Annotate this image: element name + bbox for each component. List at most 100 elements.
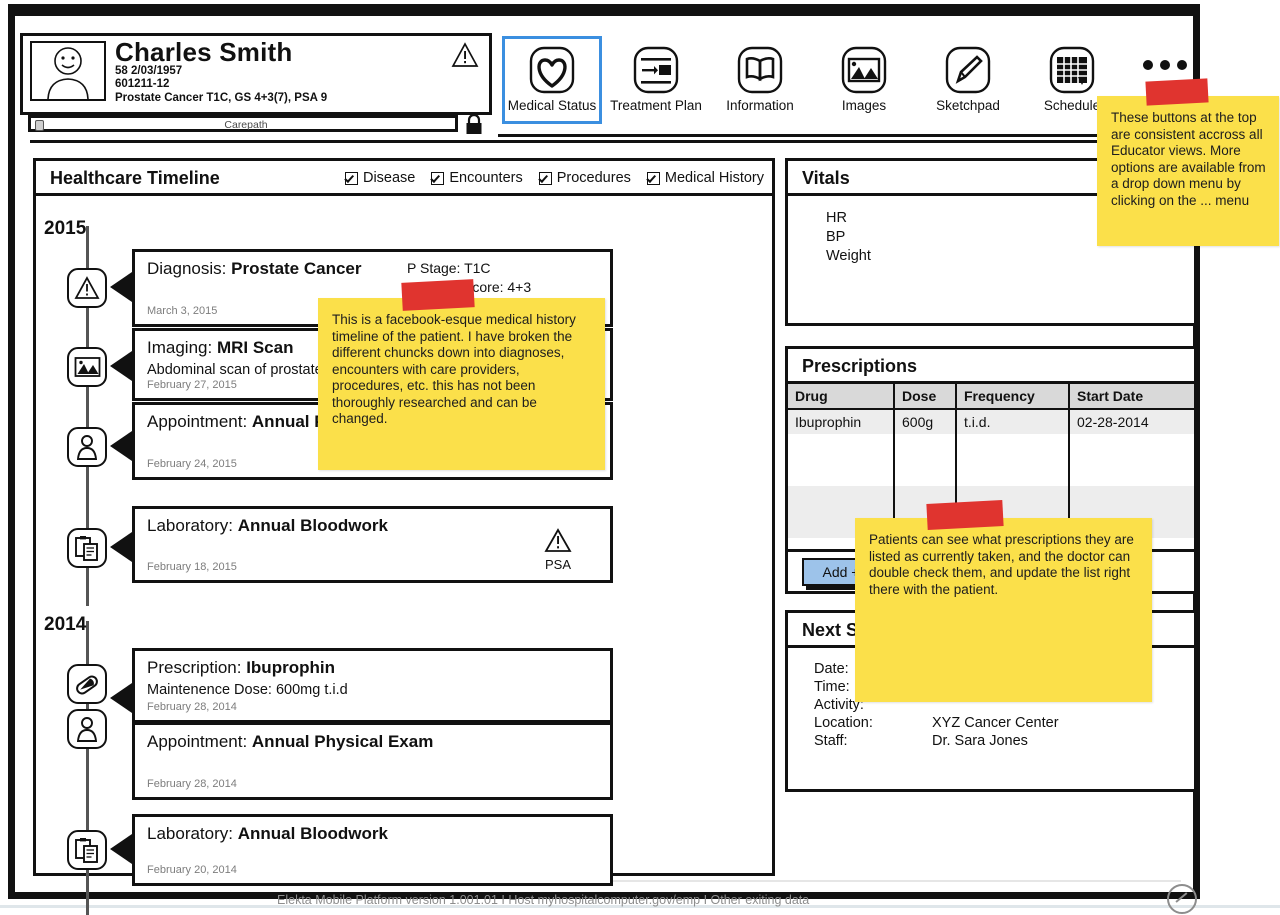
- prescriptions-title-bar: Prescriptions: [788, 349, 1194, 384]
- event-title: Imaging: MRI Scan: [147, 338, 294, 357]
- year-label-2015: 2015: [44, 218, 87, 239]
- footer-status-text: Elekta Mobile Platform version 1.001.01 …: [277, 893, 810, 907]
- carepath-progress-bar[interactable]: Carepath: [28, 115, 458, 132]
- tab-label: Information: [726, 98, 794, 113]
- row-key: Location:: [814, 715, 873, 731]
- pill-icon[interactable]: [67, 664, 107, 704]
- timeline-connector: [106, 683, 132, 713]
- checkbox-icon[interactable]: [431, 171, 445, 185]
- timeline-title-bar: Healthcare Timeline Disease Encounters P…: [36, 161, 772, 196]
- header-rule: [30, 140, 1208, 143]
- note-text: These buttons at the top are consistent …: [1111, 110, 1266, 208]
- vital-row: BP: [826, 229, 846, 245]
- filter-procedures[interactable]: Procedures: [538, 170, 631, 186]
- column-header[interactable]: Dose: [894, 384, 957, 410]
- timeline-event-card[interactable]: Laboratory: Annual Bloodwork February 20…: [132, 814, 613, 886]
- image-icon[interactable]: [67, 347, 107, 387]
- filter-disease[interactable]: Disease: [344, 170, 415, 186]
- event-date: February 28, 2014: [147, 778, 237, 790]
- event-date: March 3, 2015: [147, 305, 218, 317]
- page-edge-2: [0, 908, 1280, 915]
- window-frame-top: [8, 4, 1200, 16]
- badge-label: PSA: [544, 557, 571, 572]
- annotation-note-prescriptions: Patients can see what prescriptions they…: [855, 500, 1152, 702]
- timeline-connector: [106, 272, 132, 302]
- prescriptions-title: Prescriptions: [802, 356, 918, 376]
- vitals-list: HR BP Weight: [826, 209, 871, 266]
- calendar-icon: [1044, 44, 1100, 96]
- column-header[interactable]: Start Date: [1069, 384, 1194, 410]
- cell-drug: [788, 434, 895, 486]
- patient-diagnosis-summary: Prostate Cancer T1C, GS 4+3(7), PSA 9: [115, 92, 328, 104]
- vital-row: HR: [826, 210, 847, 226]
- row-value: XYZ Cancer Center: [932, 715, 1059, 731]
- healthcare-timeline-panel: Healthcare Timeline Disease Encounters P…: [33, 158, 775, 915]
- filter-label: Procedures: [556, 170, 631, 186]
- book-icon: [732, 44, 788, 96]
- tab-label: Medical Status: [507, 98, 597, 113]
- timeline-connector: [106, 351, 132, 381]
- status-badge[interactable]: PSA: [536, 528, 580, 572]
- carepath-label: Carepath: [224, 119, 268, 131]
- tab-images[interactable]: Images: [814, 36, 914, 124]
- tab-label: Images: [841, 98, 887, 113]
- tab-label: Sketchpad: [936, 98, 1000, 113]
- event-title: Prescription: Ibuprophin: [147, 658, 335, 677]
- image-icon: [836, 44, 892, 96]
- checkbox-icon[interactable]: [344, 171, 358, 185]
- event-title: Appointment: Annual Physical Exam: [147, 732, 434, 751]
- tab-label: Treatment Plan: [610, 98, 702, 113]
- tab-medical-status[interactable]: Medical Status: [502, 36, 602, 124]
- patient-avatar-icon: [30, 41, 106, 101]
- event-title: Laboratory: Annual Bloodwork: [147, 516, 388, 535]
- row-key: Staff:: [814, 733, 848, 749]
- checkbox-icon[interactable]: [538, 171, 552, 185]
- ellipsis-menu-icon[interactable]: [1143, 60, 1187, 70]
- timeline-connector: [106, 532, 132, 562]
- filter-encounters[interactable]: Encounters: [431, 170, 523, 186]
- table-row[interactable]: Ibuprophin 600g t.i.d. 02-28-2014: [788, 409, 1194, 434]
- lock-icon[interactable]: [464, 113, 484, 135]
- warning-triangle-icon[interactable]: [451, 42, 479, 68]
- person-icon[interactable]: [67, 709, 107, 749]
- patient-name: Charles Smith: [115, 37, 293, 67]
- checkbox-icon[interactable]: [646, 171, 660, 185]
- main-toolbar: Medical Status Treatment Plan Informatio…: [502, 36, 1122, 132]
- annotation-note-timeline: This is a facebook-esque medical history…: [318, 279, 605, 470]
- column-header[interactable]: Frequency: [956, 384, 1070, 410]
- carepath-slider-handle[interactable]: [35, 120, 44, 131]
- filter-medical-history[interactable]: Medical History: [646, 170, 764, 186]
- cell-frequency: t.i.d.: [956, 409, 1070, 434]
- cell-frequency: [956, 434, 1070, 486]
- clipboard-icon[interactable]: [67, 830, 107, 870]
- filter-label: Medical History: [664, 170, 764, 186]
- clipboard-icon[interactable]: [67, 528, 107, 568]
- vitals-title: Vitals: [802, 168, 850, 188]
- timeline-event-card[interactable]: Appointment: Annual Physical Exam Februa…: [132, 722, 613, 800]
- timeline-event-card[interactable]: Prescription: Ibuprophin Maintenence Dos…: [132, 648, 613, 723]
- tab-information[interactable]: Information: [710, 36, 810, 124]
- column-header[interactable]: Drug: [788, 384, 895, 410]
- note-text: This is a facebook-esque medical history…: [332, 312, 576, 426]
- clock-icon[interactable]: [1167, 884, 1197, 914]
- next-row-staff: Staff: Dr. Sara Jones: [814, 732, 1059, 750]
- tab-label: Schedule: [1043, 98, 1101, 113]
- patient-header-card[interactable]: Charles Smith 58 2/03/1957 601211-12 Pro…: [20, 33, 492, 115]
- pencil-icon: [940, 44, 996, 96]
- next-row-location: Location: XYZ Cancer Center: [814, 714, 1059, 732]
- timeline-event-card[interactable]: Laboratory: Annual Bloodwork February 18…: [132, 506, 613, 583]
- table-row[interactable]: [788, 434, 1194, 486]
- event-detail: P Stage: T1C: [407, 260, 491, 276]
- tab-sketchpad[interactable]: Sketchpad: [918, 36, 1018, 124]
- patient-age-dob: 58 2/03/1957: [115, 65, 183, 77]
- warning-triangle-icon[interactable]: [67, 268, 107, 308]
- person-icon[interactable]: [67, 427, 107, 467]
- timeline-filters: Disease Encounters Procedures Medical Hi…: [344, 170, 764, 186]
- cell-start-date: 02-28-2014: [1069, 409, 1194, 434]
- year-label-2014: 2014: [44, 614, 87, 635]
- event-date: February 20, 2014: [147, 864, 237, 876]
- cell-start-date: [1069, 434, 1194, 486]
- tab-treatment-plan[interactable]: Treatment Plan: [606, 36, 706, 124]
- row-value: Dr. Sara Jones: [932, 733, 1028, 749]
- table-header-row: Drug Dose Frequency Start Date: [788, 384, 1194, 410]
